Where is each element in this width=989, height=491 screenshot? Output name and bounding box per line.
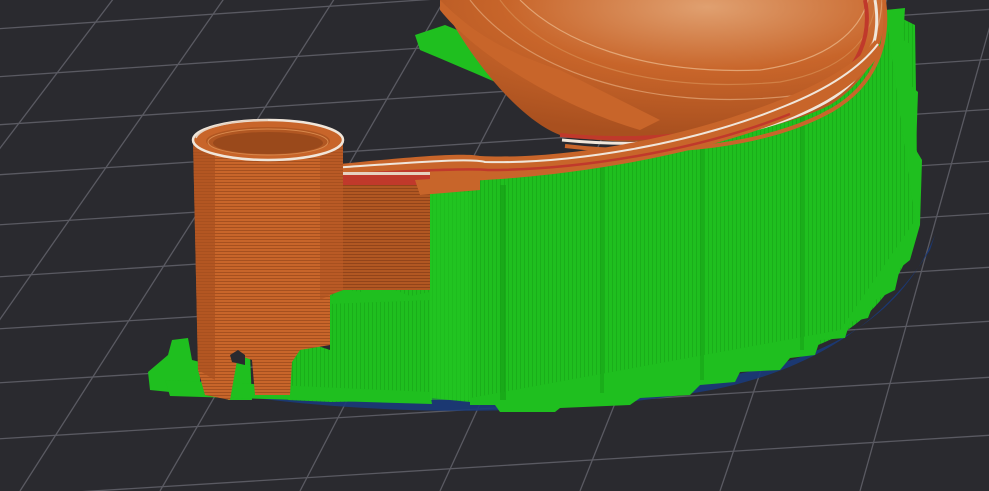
gcode-preview-viewport[interactable]: [0, 0, 989, 491]
